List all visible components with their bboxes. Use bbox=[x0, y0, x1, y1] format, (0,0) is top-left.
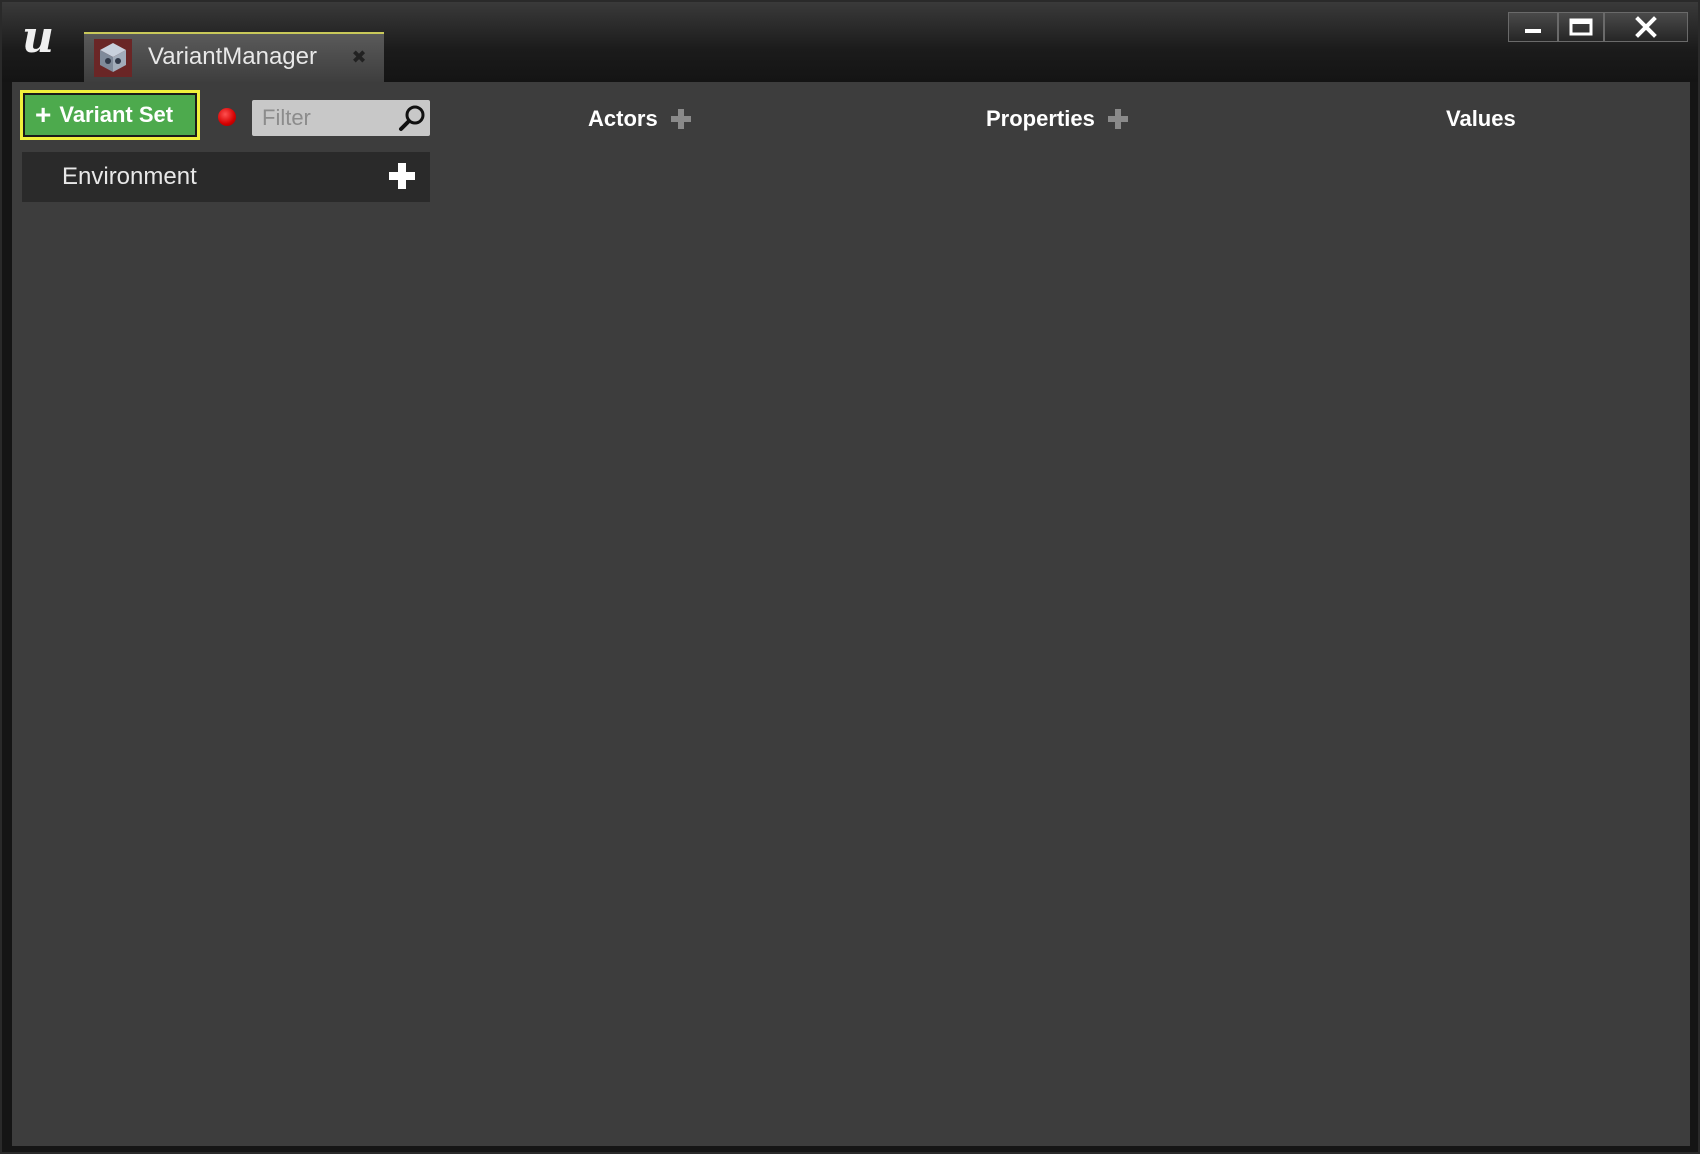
actors-column-header: Actors bbox=[588, 104, 692, 134]
add-variant-set-label: Variant Set bbox=[59, 102, 174, 127]
filter-box[interactable] bbox=[252, 100, 430, 136]
filter-input[interactable] bbox=[252, 100, 392, 136]
add-property-icon[interactable] bbox=[1107, 108, 1129, 130]
actors-column-label: Actors bbox=[588, 106, 658, 131]
variant-manager-panel: + Variant Set Actors Properties bbox=[12, 82, 1690, 1146]
minimize-button[interactable] bbox=[1508, 12, 1558, 42]
maximize-button[interactable] bbox=[1558, 12, 1604, 42]
record-indicator-icon[interactable] bbox=[218, 108, 236, 126]
variant-set-label: Environment bbox=[62, 163, 197, 190]
variant-set-row[interactable]: Environment bbox=[22, 152, 430, 202]
close-tab-icon[interactable]: ✖ bbox=[348, 46, 370, 68]
window-controls bbox=[1508, 12, 1688, 42]
minimize-icon bbox=[1525, 29, 1541, 33]
values-column-header: Values bbox=[1446, 104, 1516, 134]
values-column-label: Values bbox=[1446, 106, 1516, 131]
unreal-logo-icon[interactable]: u bbox=[12, 12, 64, 64]
title-bar[interactable]: u VariantManager ✖ bbox=[2, 2, 1698, 82]
properties-column-label: Properties bbox=[986, 106, 1095, 131]
add-actor-icon[interactable] bbox=[670, 108, 692, 130]
add-variant-set-button[interactable]: + Variant Set bbox=[20, 90, 200, 140]
search-icon[interactable] bbox=[396, 102, 428, 134]
maximize-icon bbox=[1569, 18, 1593, 36]
close-icon bbox=[1635, 16, 1657, 38]
tab-variant-manager[interactable]: VariantManager ✖ bbox=[84, 32, 384, 82]
variant-manager-icon bbox=[94, 39, 132, 77]
add-variant-icon[interactable] bbox=[388, 162, 416, 190]
close-window-button[interactable] bbox=[1604, 12, 1688, 42]
variant-manager-window: u VariantManager ✖ + Variant Set Filter … bbox=[0, 0, 1700, 1154]
properties-column-header: Properties bbox=[986, 104, 1129, 134]
plus-icon: + bbox=[35, 99, 52, 130]
tab-title: VariantManager bbox=[148, 43, 317, 70]
